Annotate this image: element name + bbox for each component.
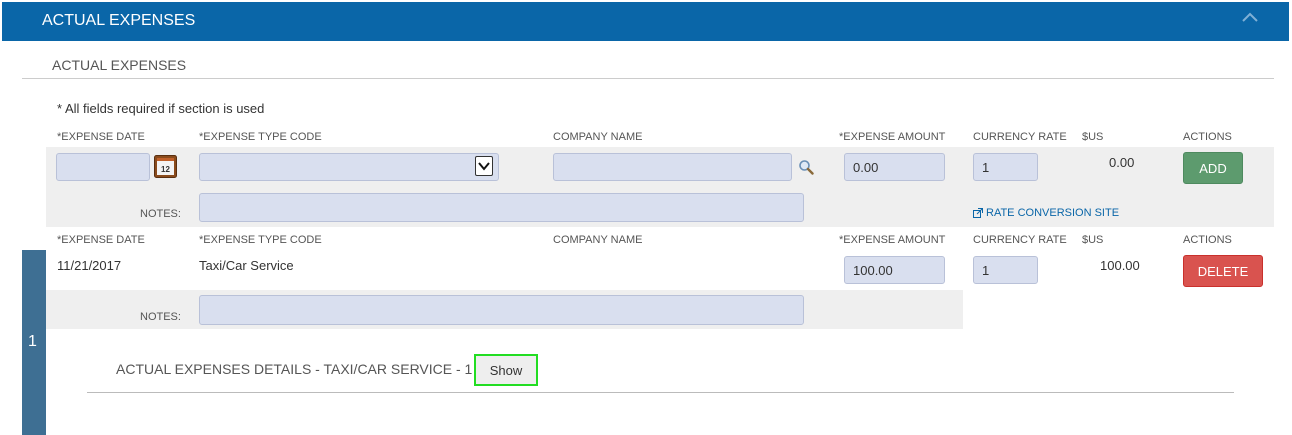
rate-conversion-link[interactable]: RATE CONVERSION SITE (973, 207, 1119, 219)
chevron-up-icon[interactable] (1241, 10, 1259, 24)
label-expense-type-code: *EXPENSE TYPE CODE (199, 131, 322, 143)
row-number: 1 (28, 333, 37, 350)
expense-amount-input[interactable] (844, 153, 945, 181)
row-label-company-name: COMPANY NAME (553, 234, 643, 246)
row-notes-label: NOTES: (140, 311, 181, 323)
external-link-icon (973, 208, 983, 218)
row-label-usd: $US (1082, 234, 1104, 246)
label-actions: ACTIONS (1183, 131, 1232, 143)
header-title: ACTUAL EXPENSES (42, 12, 196, 29)
chevron-down-icon (478, 162, 490, 171)
expense-type-dropdown-button[interactable] (475, 156, 493, 176)
details-divider (87, 392, 1234, 393)
row-notes-input[interactable] (199, 295, 804, 325)
section-title: ACTUAL EXPENSES (52, 57, 187, 73)
section-header[interactable]: ACTUAL EXPENSES (2, 2, 1289, 41)
label-expense-date: *EXPENSE DATE (57, 131, 145, 143)
calendar-icon[interactable]: 12 (154, 155, 177, 178)
rate-conversion-label: RATE CONVERSION SITE (986, 207, 1120, 219)
label-company-name: COMPANY NAME (553, 131, 643, 143)
expense-type-code-select[interactable] (199, 153, 499, 181)
row-label-currency-rate: CURRENCY RATE (973, 234, 1067, 246)
row-label-actions: ACTIONS (1183, 234, 1232, 246)
currency-rate-input[interactable] (973, 153, 1038, 181)
row-label-expense-type-code: *EXPENSE TYPE CODE (199, 234, 322, 246)
magnifier-icon[interactable] (798, 159, 814, 175)
section-divider (22, 78, 1274, 79)
expense-date-input[interactable] (56, 153, 150, 181)
company-name-input[interactable] (553, 153, 792, 181)
entry-notes-label: NOTES: (140, 208, 181, 220)
row-currency-rate-input[interactable] (973, 256, 1038, 284)
delete-button[interactable]: DELETE (1183, 255, 1263, 287)
entry-notes-input[interactable] (199, 193, 804, 222)
row-label-expense-date: *EXPENSE DATE (57, 234, 145, 246)
svg-text:12: 12 (161, 165, 170, 174)
row-expense-type-code: Taxi/Car Service (199, 258, 294, 273)
row-expense-date: 11/21/2017 (57, 258, 122, 273)
row-expense-amount-input[interactable] (844, 256, 945, 284)
add-button[interactable]: ADD (1183, 152, 1243, 184)
label-usd: $US (1082, 131, 1104, 143)
label-expense-amount: *EXPENSE AMOUNT (839, 131, 946, 143)
details-title: ACTUAL EXPENSES DETAILS - TAXI/CAR SERVI… (116, 361, 473, 377)
row-usd-value: 100.00 (1100, 258, 1140, 273)
show-details-button[interactable]: Show (474, 354, 538, 386)
required-note: * All fields required if section is used (57, 101, 265, 116)
label-currency-rate: CURRENCY RATE (973, 131, 1067, 143)
row-label-expense-amount: *EXPENSE AMOUNT (839, 234, 946, 246)
entry-usd-value: 0.00 (1109, 155, 1135, 170)
